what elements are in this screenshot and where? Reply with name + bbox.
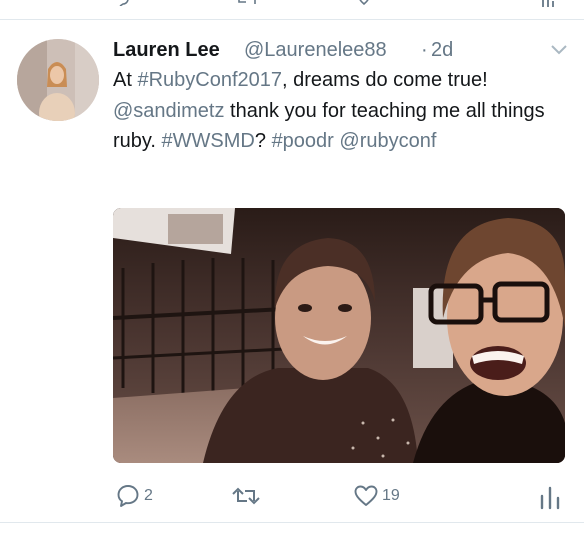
tweet-link[interactable]: @rubyconf — [339, 130, 436, 152]
reply-count: 2 — [144, 487, 153, 504]
heart-icon[interactable] — [353, 483, 379, 509]
user-handle[interactable]: @Laurenelee88 — [244, 37, 387, 63]
tweet-text: At #RubyConf2017, dreams do come true! @… — [113, 65, 573, 157]
tweet-photo[interactable] — [113, 208, 565, 463]
tweet-link[interactable]: @sandimetz — [113, 100, 224, 122]
reply-icon[interactable] — [116, 0, 130, 6]
heart-icon[interactable] — [356, 0, 372, 6]
tweet-link[interactable]: #RubyConf2017 — [137, 69, 282, 91]
tweet-timestamp[interactable]: 2d — [431, 37, 453, 63]
display-name[interactable]: Lauren Lee — [113, 37, 220, 63]
tweet-link[interactable]: #WWSMD — [162, 130, 255, 152]
tweet-link[interactable]: #poodr — [272, 130, 334, 152]
previous-tweet-actions — [0, 0, 584, 12]
retweet-icon[interactable] — [230, 483, 262, 509]
avatar[interactable] — [17, 39, 99, 121]
top-divider — [0, 19, 584, 20]
header-separator: · — [421, 39, 428, 61]
tweet-text-segment: At — [113, 69, 138, 91]
analytics-icon[interactable] — [537, 484, 563, 510]
tweet-text-segment: ? — [254, 130, 272, 152]
bottom-divider — [0, 522, 584, 523]
chevron-down-icon[interactable] — [550, 44, 568, 56]
like-count: 19 — [382, 487, 400, 504]
analytics-icon[interactable] — [540, 0, 556, 8]
tweet-text-segment: , dreams do come true! — [282, 69, 488, 91]
retweet-icon[interactable] — [236, 0, 258, 6]
reply-icon[interactable] — [115, 483, 141, 509]
